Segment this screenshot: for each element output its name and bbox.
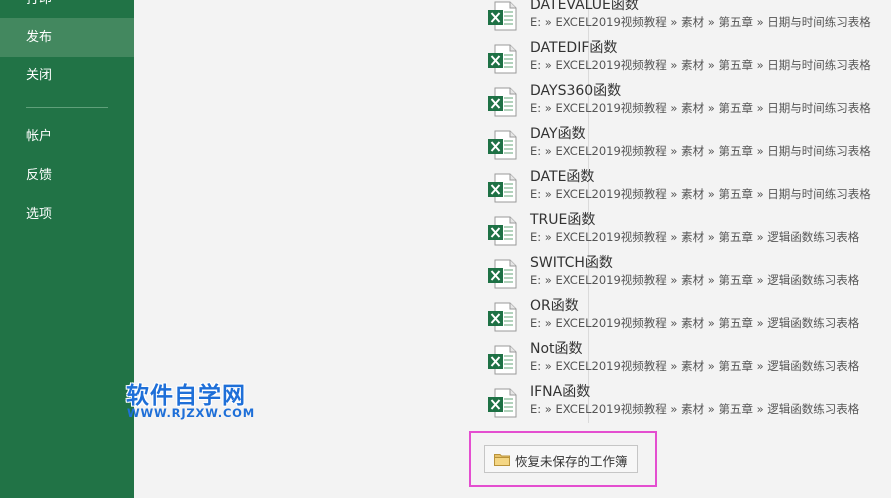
sidebar-item-print[interactable]: 打印	[0, 0, 134, 19]
file-path: E: » EXCEL2019视频教程 » 素材 » 第五章 » 逻辑函数练习表格	[530, 316, 860, 330]
file-path: E: » EXCEL2019视频教程 » 素材 » 第五章 » 日期与时间练习表…	[530, 58, 871, 72]
recent-file-item[interactable]: TRUE函数 E: » EXCEL2019视频教程 » 素材 » 第五章 » 逻辑…	[486, 208, 891, 251]
sidebar-item-publish[interactable]: 发布	[0, 18, 134, 57]
excel-file-icon	[488, 345, 517, 375]
file-name: SWITCH函数	[530, 255, 613, 271]
file-path: E: » EXCEL2019视频教程 » 素材 » 第五章 » 日期与时间练习表…	[530, 144, 871, 158]
file-name: OR函数	[530, 298, 579, 314]
excel-file-icon	[488, 216, 517, 246]
recent-file-item[interactable]: SWITCH函数 E: » EXCEL2019视频教程 » 素材 » 第五章 » …	[486, 251, 891, 294]
file-path: E: » EXCEL2019视频教程 » 素材 » 第五章 » 日期与时间练习表…	[530, 187, 871, 201]
recent-file-item[interactable]: DATE函数 E: » EXCEL2019视频教程 » 素材 » 第五章 » 日期…	[486, 165, 891, 208]
sidebar-divider	[26, 107, 108, 108]
excel-file-icon	[488, 130, 517, 160]
watermark: 软件自学网 WWW.RJZXW.COM	[126, 376, 276, 421]
recent-file-item[interactable]: DAY函数 E: » EXCEL2019视频教程 » 素材 » 第五章 » 日期与…	[486, 122, 891, 165]
excel-file-icon	[488, 388, 517, 418]
file-name: DAYS360函数	[530, 83, 622, 99]
file-name: DATEDIF函数	[530, 40, 618, 56]
file-path: E: » EXCEL2019视频教程 » 素材 » 第五章 » 逻辑函数练习表格	[530, 402, 860, 416]
file-path: E: » EXCEL2019视频教程 » 素材 » 第五章 » 逻辑函数练习表格	[530, 273, 860, 287]
file-name: DATE函数	[530, 169, 595, 185]
file-name: Not函数	[530, 341, 583, 357]
file-name: TRUE函数	[530, 212, 596, 228]
recent-file-item[interactable]: DATEDIF函数 E: » EXCEL2019视频教程 » 素材 » 第五章 »…	[486, 36, 891, 79]
file-name: IFNA函数	[530, 384, 591, 400]
excel-file-icon	[488, 302, 517, 332]
recent-file-item[interactable]: Not函数 E: » EXCEL2019视频教程 » 素材 » 第五章 » 逻辑函…	[486, 337, 891, 380]
file-path: E: » EXCEL2019视频教程 » 素材 » 第五章 » 日期与时间练习表…	[530, 15, 871, 29]
excel-file-icon	[488, 44, 517, 74]
watermark-url: WWW.RJZXW.COM	[127, 406, 255, 420]
folder-icon	[494, 454, 510, 466]
sidebar-item-feedback[interactable]: 反馈	[0, 156, 134, 195]
file-name: DAY函数	[530, 126, 586, 142]
recover-unsaved-workbooks-button[interactable]: 恢复未保存的工作簿	[484, 445, 638, 473]
backstage-sidebar: 打印 发布 关闭 帐户 反馈 选项	[0, 0, 134, 498]
file-path: E: » EXCEL2019视频教程 » 素材 » 第五章 » 逻辑函数练习表格	[530, 230, 860, 244]
recent-file-item[interactable]: OR函数 E: » EXCEL2019视频教程 » 素材 » 第五章 » 逻辑函数…	[486, 294, 891, 337]
recent-file-item[interactable]: DAYS360函数 E: » EXCEL2019视频教程 » 素材 » 第五章 »…	[486, 79, 891, 122]
file-path: E: » EXCEL2019视频教程 » 素材 » 第五章 » 日期与时间练习表…	[530, 101, 871, 115]
excel-file-icon	[488, 1, 517, 31]
sidebar-item-account[interactable]: 帐户	[0, 117, 134, 156]
file-name: DATEVALUE函数	[530, 0, 639, 13]
recent-file-item[interactable]: DATEVALUE函数 E: » EXCEL2019视频教程 » 素材 » 第五章…	[486, 0, 891, 36]
recover-button-label: 恢复未保存的工作簿	[515, 454, 628, 469]
excel-file-icon	[488, 87, 517, 117]
watermark-title: 软件自学网	[126, 383, 246, 409]
recent-file-item[interactable]: IFNA函数 E: » EXCEL2019视频教程 » 素材 » 第五章 » 逻辑…	[486, 380, 891, 423]
sidebar-item-close[interactable]: 关闭	[0, 56, 134, 95]
file-path: E: » EXCEL2019视频教程 » 素材 » 第五章 » 逻辑函数练习表格	[530, 359, 860, 373]
excel-file-icon	[488, 173, 517, 203]
excel-file-icon	[488, 259, 517, 289]
sidebar-item-options[interactable]: 选项	[0, 195, 134, 234]
